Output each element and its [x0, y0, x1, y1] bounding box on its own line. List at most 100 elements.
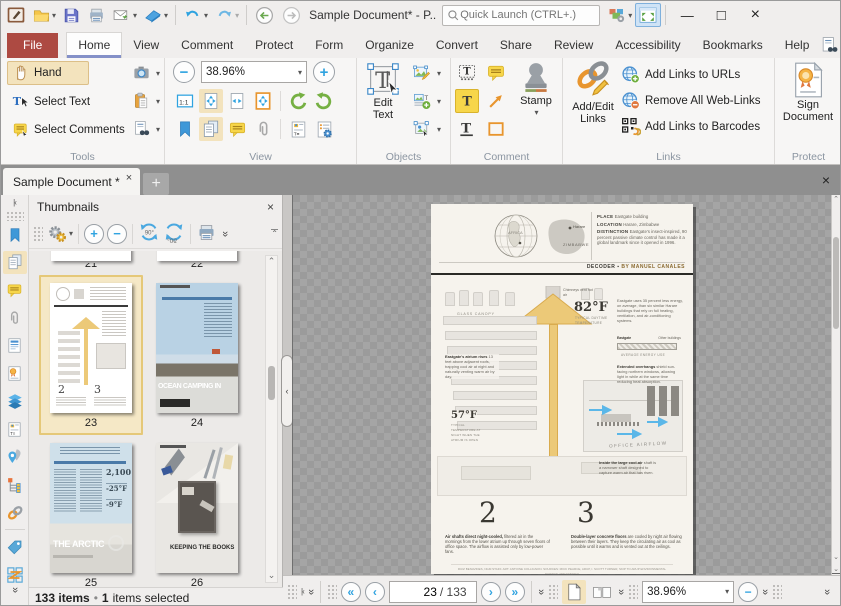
attachments-pane-icon[interactable] — [3, 306, 27, 330]
far-right-chevron[interactable]: » — [821, 588, 833, 594]
scroll-end-icon[interactable]: ⌄ — [832, 565, 840, 574]
thumb-zoom-in-button[interactable]: + — [84, 224, 104, 244]
quick-launch-box[interactable] — [442, 5, 600, 26]
tab-protect[interactable]: Protect — [244, 33, 304, 58]
add-edit-links-button[interactable]: Add/EditLinks — [567, 61, 619, 125]
open-button[interactable]: ▾ — [29, 3, 59, 27]
previous-page-button[interactable]: ‹ — [365, 582, 385, 602]
thumb-zoom-out-button[interactable]: − — [107, 224, 127, 244]
ui-options-button[interactable]: ▾ — [604, 3, 635, 27]
first-page-button[interactable]: « — [341, 582, 361, 602]
tab-form[interactable]: Form — [304, 33, 354, 58]
doc-scrollbar-thumb[interactable] — [833, 237, 839, 329]
page-number-input[interactable] — [395, 585, 437, 599]
maximize-button[interactable]: □ — [704, 2, 738, 28]
tab-convert[interactable]: Convert — [425, 33, 489, 58]
fullscreen-button[interactable] — [635, 3, 661, 27]
doc-scroll-up-icon[interactable]: ⌃ — [832, 195, 840, 203]
tab-view[interactable]: View — [122, 33, 170, 58]
undo-button[interactable]: ▾ — [180, 3, 211, 27]
flatten-button[interactable]: ▾ — [140, 3, 171, 27]
signatures-pane-icon[interactable] — [3, 362, 27, 386]
select-comments-button[interactable]: Select Comments — [7, 118, 130, 142]
single-page-layout-button[interactable] — [562, 580, 586, 604]
remove-all-web-links-button[interactable]: Remove All Web-Links — [621, 88, 760, 114]
email-button[interactable]: ▾ — [109, 3, 140, 27]
facing-pages-layout-button[interactable] — [590, 580, 614, 604]
nav-more-chevron[interactable]: » — [535, 588, 547, 594]
quick-launch-input[interactable] — [460, 9, 590, 21]
select-text-button[interactable]: T Select Text — [7, 90, 130, 114]
close-tab-icon[interactable]: × — [126, 172, 132, 184]
bookmarks-pane-icon[interactable] — [3, 223, 27, 247]
tab-help[interactable]: Help — [774, 33, 821, 58]
rotate-ccw-button[interactable] — [286, 89, 310, 113]
new-tab-button[interactable]: + — [143, 173, 169, 195]
underline-text-tool[interactable]: T — [455, 117, 479, 141]
destinations-pane-icon[interactable] — [3, 445, 27, 469]
right-toolbar-grip[interactable] — [772, 584, 782, 600]
z-order-pane-icon[interactable] — [3, 563, 27, 587]
statusbar-chevron[interactable]: » — [305, 588, 317, 594]
more-panes-chevron-icon[interactable]: » — [8, 586, 22, 606]
zoom-toolbar-grip[interactable] — [628, 584, 638, 600]
panel-splitter[interactable]: ‹ — [283, 195, 292, 575]
fields-pane-icon[interactable] — [3, 334, 27, 358]
next-page-button[interactable]: › — [481, 582, 501, 602]
print-button[interactable] — [84, 3, 109, 27]
sticky-note-tool[interactable] — [484, 61, 508, 85]
more-tools-chevron-icon[interactable]: » — [219, 230, 231, 236]
tags-pane-icon[interactable] — [3, 535, 27, 559]
statusbar-grip[interactable] — [287, 584, 297, 600]
tab-home[interactable]: Home — [66, 32, 122, 58]
fit-page-button[interactable] — [199, 89, 223, 113]
tab-review[interactable]: Review — [543, 33, 604, 58]
zoom-out-button[interactable]: − — [173, 61, 195, 83]
tab-file[interactable]: File — [7, 33, 58, 58]
page-number-field[interactable]: / 133 — [389, 581, 477, 603]
comments-pane-button[interactable] — [225, 117, 249, 141]
comments-pane-icon[interactable] — [3, 278, 27, 302]
pdf-page[interactable]: AFRICA Harare ZIMBABWE PLACE Eastgate bu… — [431, 204, 693, 574]
nav-forward-button[interactable] — [278, 3, 305, 27]
find-icon[interactable] — [820, 36, 839, 58]
close-panel-icon[interactable]: × — [267, 200, 274, 214]
add-links-to-barcodes-button[interactable]: Add Links to Barcodes — [621, 114, 760, 140]
zoom-more-chevron[interactable]: » — [759, 588, 771, 594]
content-pane-icon[interactable]: T≡ — [3, 417, 27, 441]
statusbar-zoom-combobox[interactable]: 38.96%▾ — [642, 581, 734, 603]
thumbnail-partial[interactable] — [51, 251, 131, 261]
stamp-button[interactable]: Stamp ▾ — [513, 61, 559, 119]
save-button[interactable] — [59, 3, 84, 27]
links-pane-icon[interactable] — [3, 501, 27, 525]
tab-comment[interactable]: Comment — [170, 33, 244, 58]
document-scrollbar[interactable]: ⌃ ⌄ ⌄ — [831, 195, 840, 575]
fit-visible-button[interactable] — [251, 89, 275, 113]
edit-image-button[interactable]: ▾ — [409, 61, 444, 85]
scroll-top-marker[interactable]: ⌃ — [271, 229, 278, 238]
thumbnail-page-24[interactable]: OCEAN CAMPING IN — [156, 283, 238, 413]
bookmarks-pane-button[interactable] — [173, 117, 197, 141]
paste-button[interactable]: ▾ — [127, 89, 165, 113]
minimize-button[interactable]: — — [670, 2, 704, 28]
document-view[interactable]: AFRICA Harare ZIMBABWE PLACE Eastgate bu… — [292, 195, 833, 575]
scrollbar-thumb[interactable] — [268, 366, 275, 400]
attachments-pane-button[interactable] — [251, 117, 275, 141]
sign-document-button[interactable]: SignDocument — [777, 61, 839, 123]
redo-button[interactable]: ▾ — [211, 3, 242, 27]
tab-organize[interactable]: Organize — [354, 33, 425, 58]
zoom-level-combobox[interactable]: 38.96%▾ — [201, 61, 307, 83]
typewriter-tool[interactable]: T — [455, 61, 479, 85]
scroll-down-icon[interactable]: ⌄ — [266, 570, 277, 581]
edit-text-button[interactable]: T EditText — [361, 61, 405, 121]
rotate-cw-90-button[interactable]: 90° — [163, 221, 185, 246]
layout-more-chevron[interactable]: » — [615, 588, 627, 594]
nav-toolbar-grip[interactable] — [327, 584, 337, 600]
tab-accessibility[interactable]: Accessibility — [604, 33, 691, 58]
snapshot-button[interactable]: ▾ — [127, 61, 165, 85]
close-document-icon[interactable]: × — [822, 172, 830, 188]
collapse-statusbar-icon[interactable]: |‹ — [301, 587, 304, 596]
thumbnails-pane-button[interactable] — [199, 117, 223, 141]
document-tab[interactable]: Sample Document * × — [3, 168, 140, 195]
thumbnails-pane-icon[interactable] — [3, 251, 27, 275]
